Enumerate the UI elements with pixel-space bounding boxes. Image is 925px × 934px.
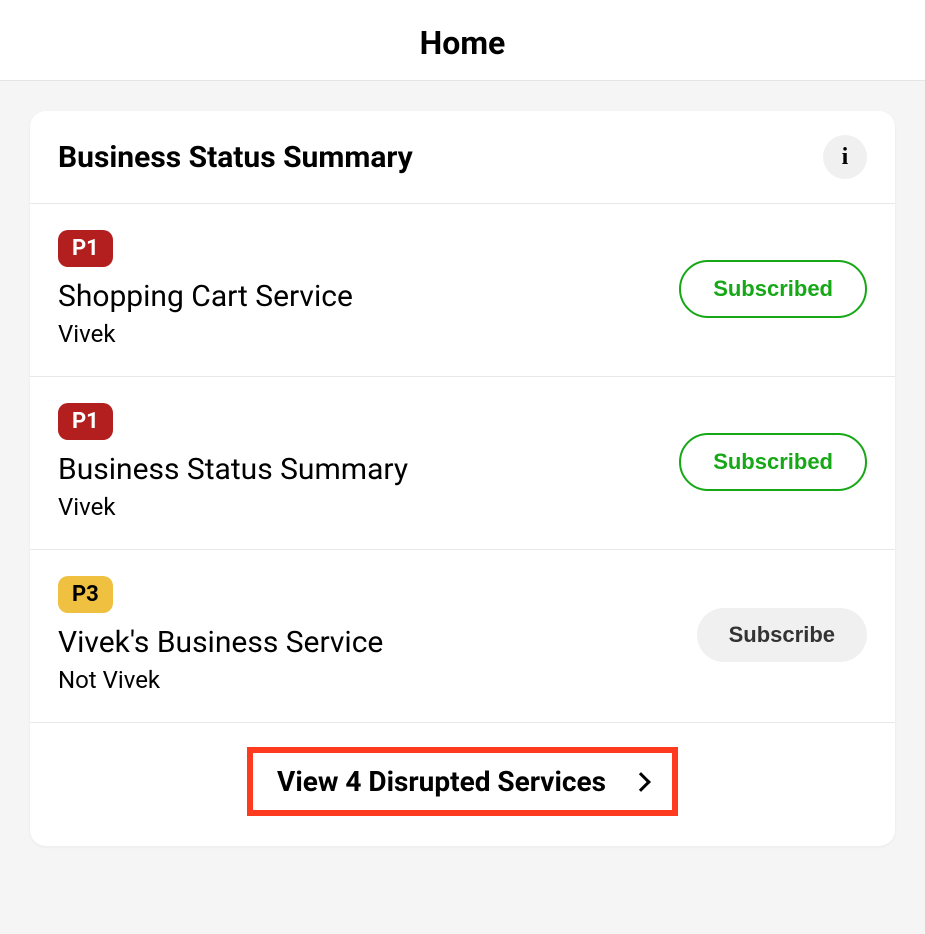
subscribed-button[interactable]: Subscribed [679,260,867,318]
service-owner: Vivek [58,493,679,521]
page-title: Home [0,24,925,62]
service-item[interactable]: P1 Business Status Summary Vivek Subscri… [30,377,895,550]
info-icon-button[interactable]: i [823,135,867,179]
service-name: Business Status Summary [58,452,679,487]
service-name: Shopping Cart Service [58,279,679,314]
service-item[interactable]: P3 Vivek's Business Service Not Vivek Su… [30,550,895,723]
service-left: P3 Vivek's Business Service Not Vivek [58,576,697,694]
priority-badge: P3 [58,576,113,613]
priority-badge: P1 [58,230,113,267]
service-name: Vivek's Business Service [58,625,697,660]
status-summary-card: Business Status Summary i P1 Shopping Ca… [30,111,895,846]
card-header: Business Status Summary i [30,111,895,204]
service-owner: Vivek [58,320,679,348]
card-title: Business Status Summary [58,140,413,175]
service-item[interactable]: P1 Shopping Cart Service Vivek Subscribe… [30,204,895,377]
subscribed-button[interactable]: Subscribed [679,433,867,491]
card-footer: View 4 Disrupted Services [30,723,895,846]
service-left: P1 Business Status Summary Vivek [58,403,679,521]
service-owner: Not Vivek [58,666,697,694]
view-all-label: View 4 Disrupted Services [277,765,606,798]
page-header: Home [0,0,925,81]
chevron-right-icon [631,772,651,792]
service-left: P1 Shopping Cart Service Vivek [58,230,679,348]
priority-badge: P1 [58,403,113,440]
view-disrupted-services-button[interactable]: View 4 Disrupted Services [247,747,678,816]
subscribe-button[interactable]: Subscribe [697,608,867,662]
page-content: Business Status Summary i P1 Shopping Ca… [0,81,925,876]
info-icon: i [842,144,849,171]
